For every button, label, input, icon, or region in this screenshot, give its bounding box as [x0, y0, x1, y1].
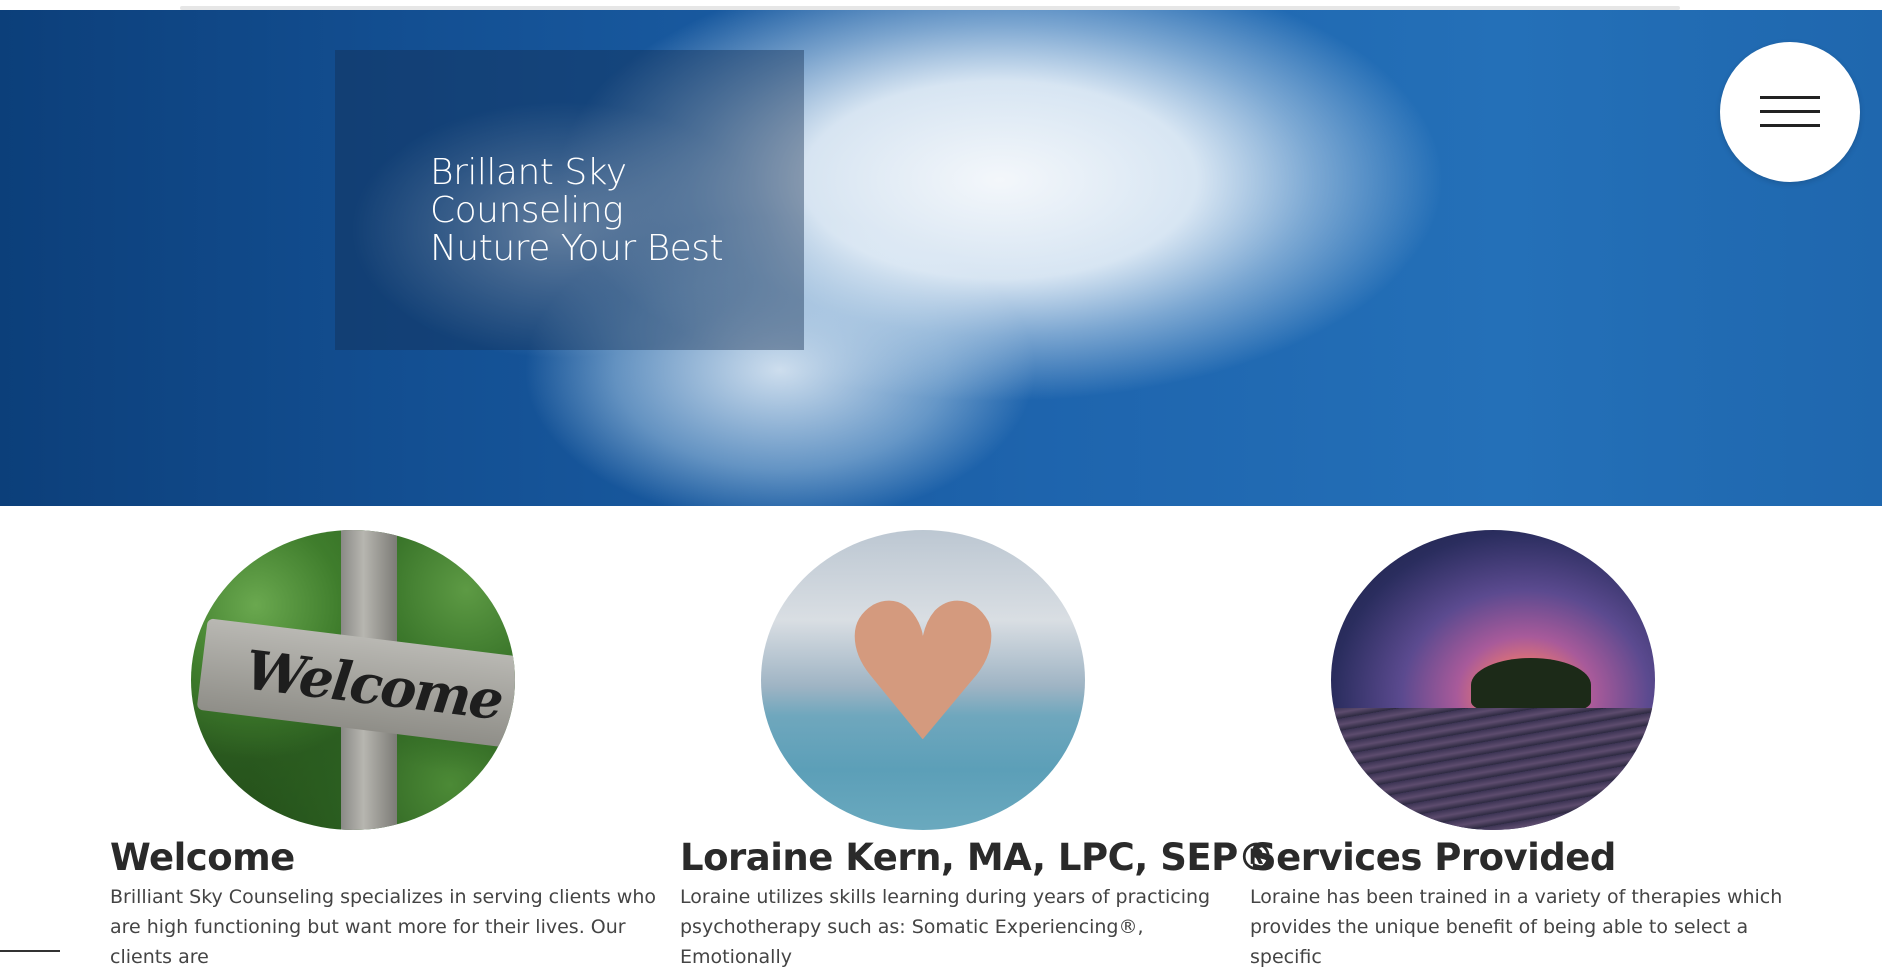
welcome-text: Brilliant Sky Counseling specializes in …	[110, 886, 656, 968]
browser-top-strip	[0, 0, 1882, 10]
site-tagline: Nuture Your Best	[430, 228, 724, 269]
services-heading: Services Provided	[1250, 836, 1616, 879]
site-title: Brillant Sky Counseling Nuture Your Best	[430, 152, 724, 269]
hamburger-icon-line	[1760, 110, 1820, 113]
hero-banner: Brillant Sky Counseling Nuture Your Best	[0, 10, 1882, 506]
menu-button[interactable]	[1720, 42, 1860, 182]
tidal-flat	[1331, 708, 1655, 830]
site-title-line-1: Brillant Sky	[430, 152, 627, 193]
welcome-sign-text: Welcome	[242, 637, 506, 733]
hamburger-icon	[1760, 96, 1820, 99]
hamburger-icon-line	[1760, 124, 1820, 127]
services-text: Loraine has been trained in a variety of…	[1250, 886, 1783, 968]
bottom-divider	[0, 950, 60, 952]
welcome-sign-photo: Welcome	[191, 530, 515, 830]
site-title-line-2: Counseling	[430, 190, 624, 231]
hero-title-box: Brillant Sky Counseling Nuture Your Best	[335, 50, 804, 350]
sunset-tree-photo	[1331, 530, 1655, 830]
heart-icon: ♥	[837, 563, 1009, 784]
heart-hands-photo: ♥	[761, 530, 1085, 830]
welcome-heading: Welcome	[110, 836, 295, 879]
about-heading: Loraine Kern, MA, LPC, SEP®	[680, 836, 1275, 879]
about-text: Loraine utilizes skills learning during …	[680, 886, 1211, 968]
tree-silhouette	[1471, 658, 1591, 712]
